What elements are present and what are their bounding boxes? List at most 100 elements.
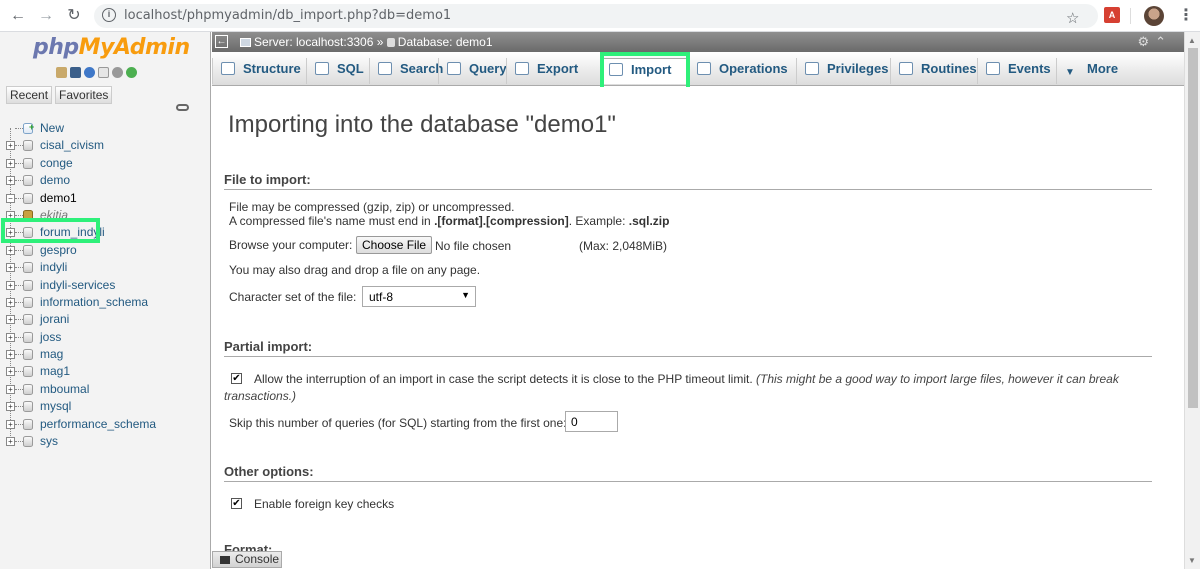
breadcrumb-server[interactable]: Server: localhost:3306 (254, 35, 373, 49)
database-name[interactable]: sys (40, 433, 58, 450)
menu-dots-icon[interactable]: ⋮ (1178, 5, 1194, 25)
expand-icon[interactable]: + (6, 297, 15, 307)
arrow-left-icon[interactable]: ← (8, 6, 28, 26)
sidebar-db-item[interactable]: + indyli (0, 259, 210, 276)
database-icon (386, 38, 395, 47)
favorites-button[interactable]: Favorites (55, 86, 113, 104)
sql-window-icon[interactable] (70, 67, 81, 78)
expand-icon[interactable]: + (6, 176, 15, 186)
help-icon[interactable] (84, 67, 95, 78)
sidebar-db-item[interactable]: + conge (0, 155, 210, 172)
database-name[interactable]: gespro (40, 242, 77, 259)
expand-icon[interactable]: + (6, 437, 15, 447)
sidebar-db-item[interactable]: + mboumal (0, 381, 210, 398)
link-icon[interactable] (176, 104, 189, 111)
database-name[interactable]: mboumal (40, 381, 89, 398)
expand-icon[interactable]: + (6, 384, 15, 394)
database-name[interactable]: mag (40, 346, 63, 363)
docs-icon[interactable] (98, 67, 109, 78)
database-name[interactable]: mag1 (40, 363, 70, 380)
sidebar-db-item[interactable]: + performance_schema (0, 416, 210, 433)
charset-label: Character set of the file: (229, 290, 357, 304)
tab-sql[interactable]: SQL (306, 58, 368, 84)
tab-query[interactable]: Query (438, 58, 507, 84)
sidebar-db-item[interactable]: + jorani (0, 311, 210, 328)
tab-structure[interactable]: Structure (212, 58, 305, 84)
database-name[interactable]: demo (40, 172, 70, 189)
sidebar-db-item[interactable]: + mag (0, 346, 210, 363)
sidebar-db-item[interactable]: + mysql (0, 398, 210, 415)
format-mid: . Example: (568, 214, 629, 228)
scrollbar-thumb[interactable] (1188, 48, 1198, 408)
star-icon[interactable]: ☆ (1066, 9, 1079, 27)
sidebar-db-item[interactable]: + indyli-services (0, 277, 210, 294)
database-name[interactable]: performance_schema (40, 416, 156, 433)
expand-icon[interactable]: + (6, 350, 15, 360)
gear-icon[interactable] (112, 67, 123, 78)
collapse-up-icon[interactable]: ⌃ (1155, 34, 1172, 49)
tab-more[interactable]: ▼ More (1056, 58, 1120, 84)
tab-privileges[interactable]: Privileges (796, 58, 889, 84)
expand-icon[interactable]: + (6, 367, 15, 377)
tab-search[interactable]: Search (369, 58, 443, 84)
skip-queries-input[interactable]: 0 (565, 411, 618, 432)
expand-icon[interactable]: + (6, 315, 15, 325)
profile-avatar[interactable] (1144, 6, 1164, 26)
foreign-key-checks-checkbox[interactable]: ✔ (231, 498, 242, 509)
reload-navigation-icon[interactable] (126, 67, 137, 78)
phpmyadmin-logo[interactable]: phpMyAdmin (33, 35, 190, 60)
reload-icon[interactable]: ↻ (64, 6, 84, 26)
collapse-nav-icon[interactable]: ← (215, 35, 228, 48)
database-name[interactable]: demo1 (40, 190, 77, 207)
settings-gear-icon[interactable]: ⚙ (1137, 34, 1155, 49)
choose-file-button[interactable]: Choose File (356, 236, 433, 254)
tab-export[interactable]: Export (506, 58, 599, 84)
expand-icon[interactable]: + (6, 280, 15, 290)
scroll-down-icon[interactable]: ▼ (1188, 556, 1196, 565)
recent-button[interactable]: Recent (6, 86, 53, 104)
expand-icon[interactable]: + (6, 263, 15, 273)
tree-connector (15, 336, 23, 338)
new-label[interactable]: New (40, 120, 64, 137)
sidebar-item-new[interactable]: + New (0, 120, 210, 137)
url-text[interactable]: localhost/phpmyadmin/db_import.php?db=de… (124, 8, 451, 23)
expand-icon[interactable]: + (6, 419, 15, 429)
sidebar-db-item[interactable]: + cisal_civism (0, 137, 210, 154)
database-name[interactable]: information_schema (40, 294, 148, 311)
expand-icon[interactable]: + (6, 245, 15, 255)
sidebar-db-item[interactable]: + information_schema (0, 294, 210, 311)
address-bar[interactable]: i localhost/phpmyadmin/db_import.php?db=… (94, 4, 1098, 28)
breadcrumb-database[interactable]: Database: demo1 (398, 35, 493, 49)
database-name[interactable]: joss (40, 329, 61, 346)
expand-icon[interactable]: + (6, 158, 15, 168)
scrollbar[interactable]: ▲ ▼ (1184, 32, 1200, 569)
sidebar-db-item[interactable]: + joss (0, 329, 210, 346)
home-icon[interactable] (56, 67, 67, 78)
database-name[interactable]: jorani (40, 311, 69, 328)
database-name[interactable]: mysql (40, 398, 71, 415)
tab-events[interactable]: Events (977, 58, 1055, 84)
sidebar-db-item[interactable]: + sys (0, 433, 210, 450)
console-toggle[interactable]: Console (212, 551, 282, 568)
database-name[interactable]: indyli-services (40, 277, 115, 294)
expand-icon[interactable]: + (6, 402, 15, 412)
charset-select[interactable]: utf-8 ▼ (362, 286, 476, 307)
sidebar-db-item[interactable]: + gespro (0, 242, 210, 259)
scroll-up-icon[interactable]: ▲ (1188, 36, 1196, 45)
sidebar-db-item[interactable]: + demo (0, 172, 210, 189)
database-name[interactable]: conge (40, 155, 73, 172)
collapse-icon[interactable]: − (6, 193, 15, 203)
sidebar-db-item[interactable]: − demo1 (0, 190, 210, 207)
tab-routines[interactable]: Routines (890, 58, 977, 84)
tab-operations[interactable]: Operations (688, 58, 795, 84)
expand-icon[interactable]: + (6, 141, 15, 151)
info-icon[interactable]: i (102, 8, 116, 22)
sidebar-db-item[interactable]: + mag1 (0, 363, 210, 380)
database-name[interactable]: indyli (40, 259, 67, 276)
expand-icon[interactable]: + (6, 332, 15, 342)
database-name[interactable]: cisal_civism (40, 137, 104, 154)
arrow-right-icon[interactable]: → (36, 6, 56, 26)
recent-favorites-bar: Recent Favorites (6, 86, 113, 104)
pdf-extension-icon[interactable]: A (1104, 7, 1120, 23)
tree-connector (15, 128, 23, 129)
